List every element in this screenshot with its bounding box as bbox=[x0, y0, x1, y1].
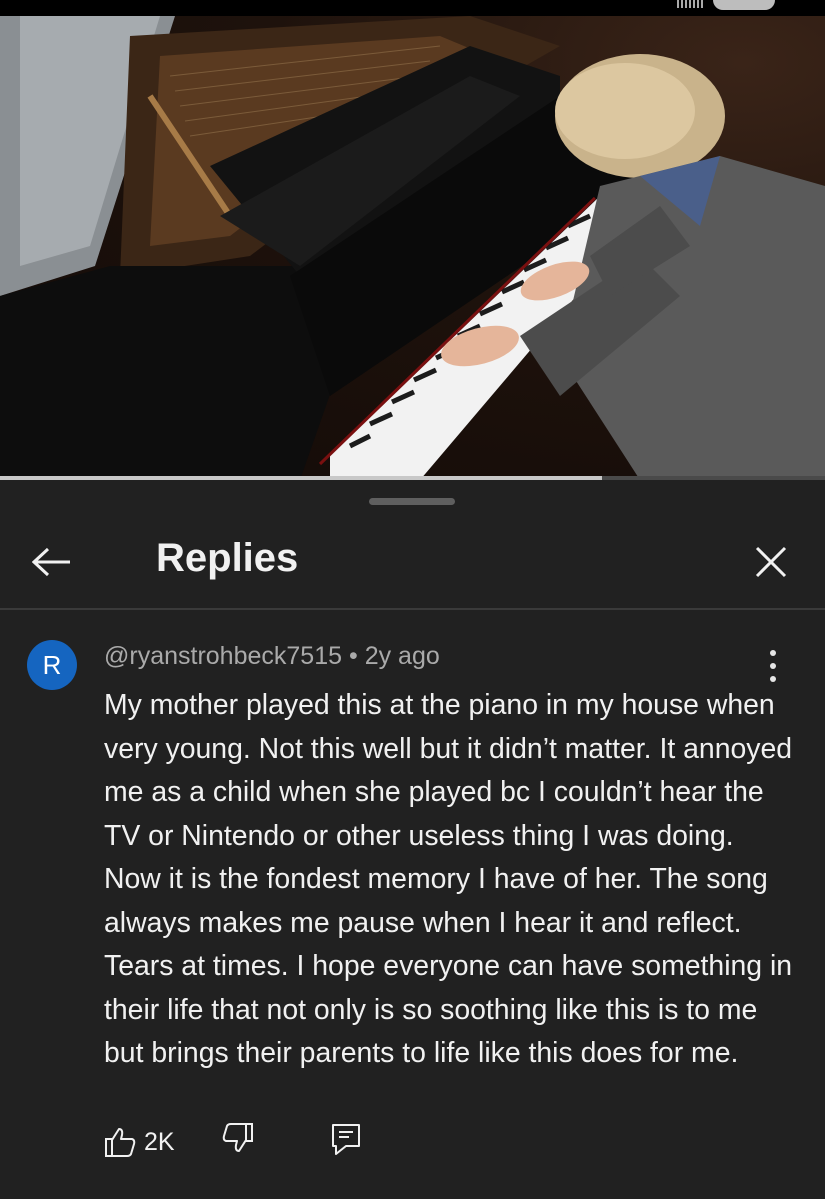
close-button[interactable] bbox=[745, 536, 797, 588]
signal-icon bbox=[677, 0, 703, 8]
comment-actions: 2K bbox=[104, 1116, 704, 1166]
battery-icon bbox=[713, 0, 775, 10]
drag-handle[interactable] bbox=[369, 498, 455, 505]
comment-time: 2y ago bbox=[364, 642, 440, 670]
comment: R @ryanstrohbeck7515 • 2y ago My mother … bbox=[0, 612, 825, 1199]
avatar[interactable]: R bbox=[27, 640, 77, 690]
arrow-left-icon bbox=[32, 547, 70, 577]
thumbs-down-icon bbox=[222, 1123, 253, 1152]
back-button[interactable] bbox=[24, 534, 80, 590]
thumbs-up-icon bbox=[105, 1128, 136, 1157]
reply-button[interactable] bbox=[330, 1122, 362, 1161]
comment-meta: @ryanstrohbeck7515 • 2y ago bbox=[104, 642, 440, 671]
more-options-button[interactable] bbox=[756, 646, 790, 686]
video-player[interactable] bbox=[0, 16, 825, 480]
dislike-button[interactable] bbox=[222, 1122, 254, 1159]
page-title: Replies bbox=[156, 536, 299, 580]
close-icon bbox=[755, 546, 787, 578]
comment-text: My mother played this at the piano in my… bbox=[104, 689, 793, 1069]
status-bar bbox=[0, 0, 825, 16]
more-vertical-icon bbox=[770, 650, 776, 656]
video-frame-image bbox=[0, 16, 825, 480]
meta-separator: • bbox=[348, 642, 358, 670]
like-count: 2K bbox=[144, 1127, 175, 1156]
replies-panel: Replies R @ryanstrohbeck7515 • 2y ago My… bbox=[0, 480, 825, 1199]
like-button[interactable]: 2K bbox=[104, 1122, 175, 1162]
comment-reply-icon bbox=[332, 1124, 360, 1155]
comment-author[interactable]: @ryanstrohbeck7515 bbox=[104, 642, 342, 670]
replies-header: Replies bbox=[0, 510, 825, 610]
